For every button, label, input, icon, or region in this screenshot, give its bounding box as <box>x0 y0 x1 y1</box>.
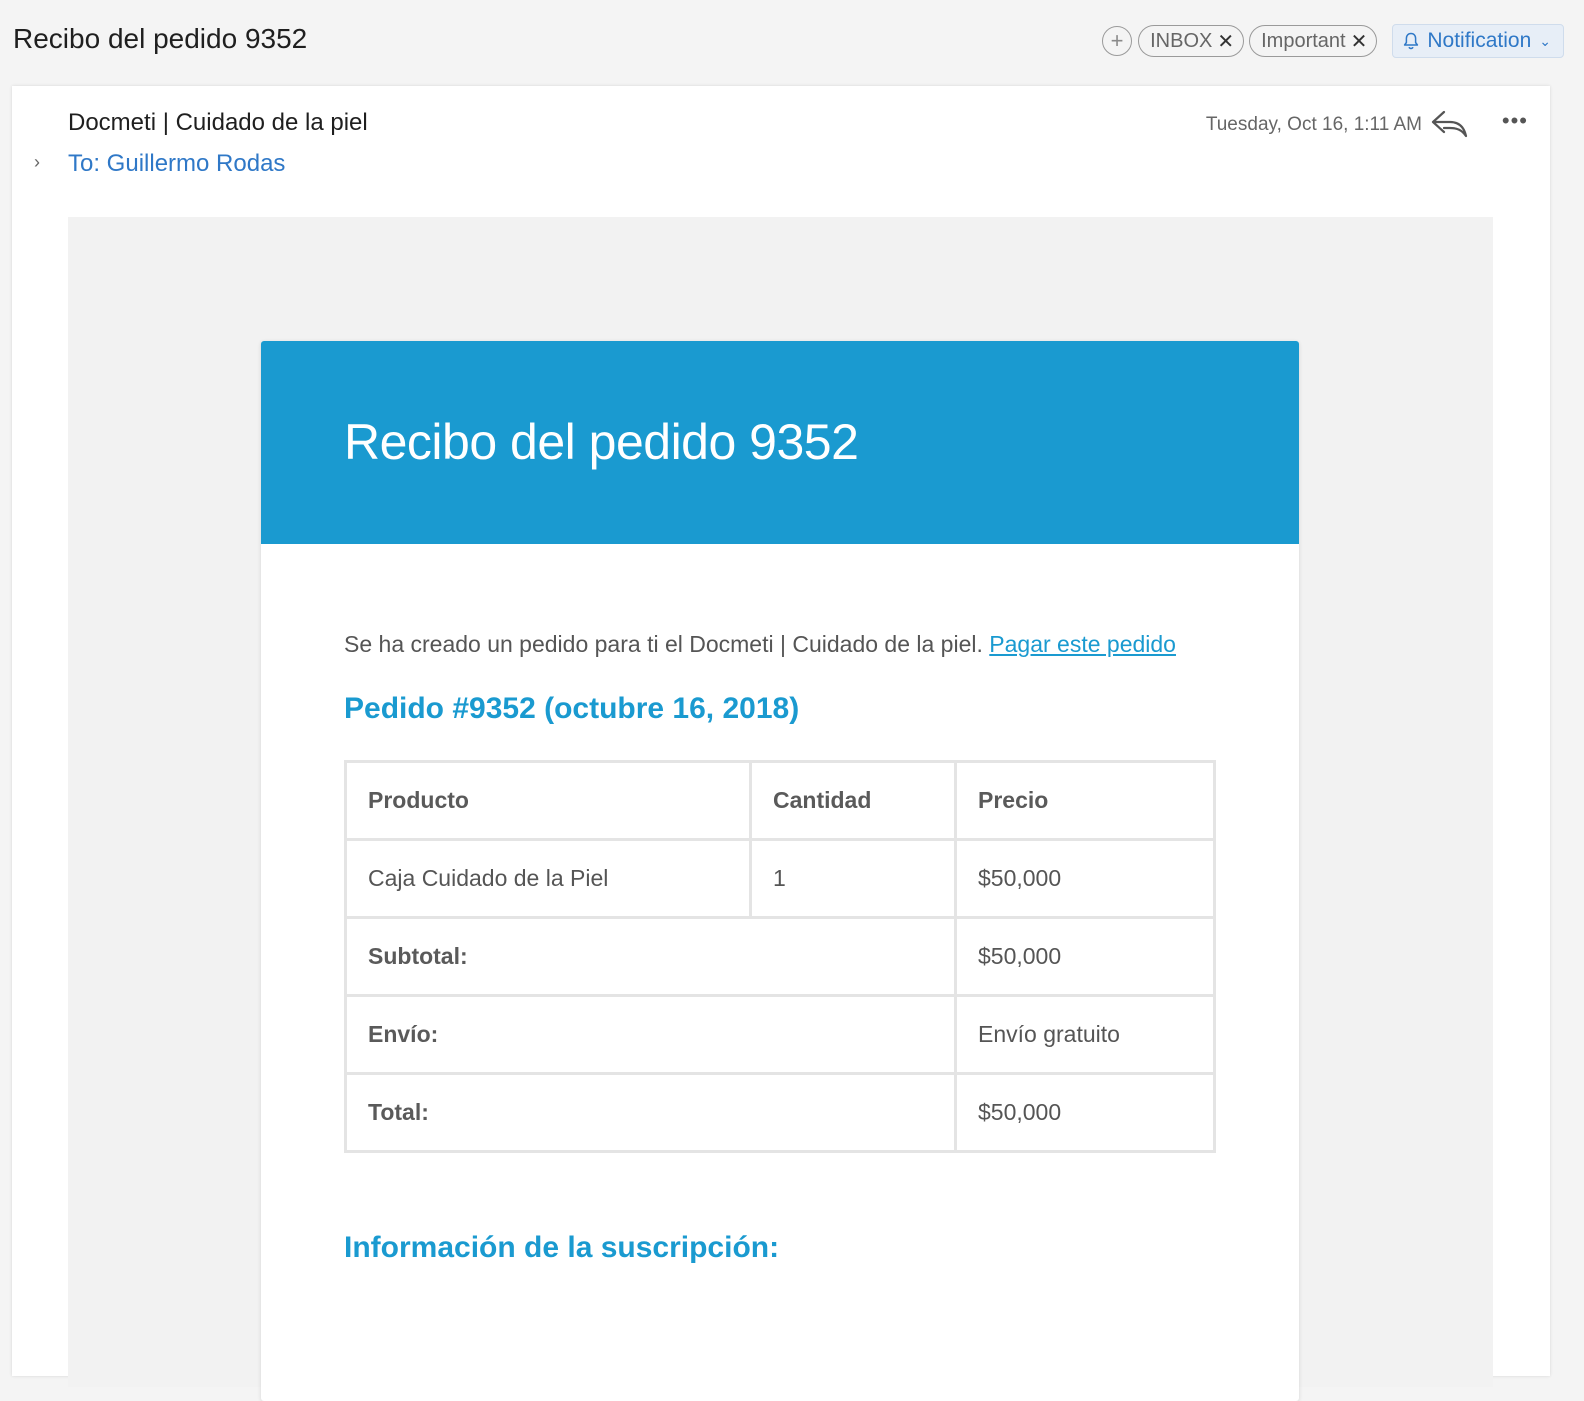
reply-icon <box>1431 110 1468 138</box>
email-content: Recibo del pedido 9352 Se ha creado un p… <box>261 341 1299 1401</box>
subtotal-label: Subtotal: <box>344 916 957 997</box>
message-card: Docmeti | Cuidado de la piel › To: Guill… <box>12 86 1550 1401</box>
email-header-banner: Recibo del pedido 9352 <box>261 341 1299 544</box>
chevron-right-icon[interactable]: › <box>34 152 40 173</box>
tag-label: INBOX <box>1150 29 1213 52</box>
tag-label: Important <box>1261 29 1346 52</box>
close-icon[interactable]: ✕ <box>1351 29 1368 54</box>
quantity-cell: 1 <box>749 838 957 919</box>
order-heading: Pedido #9352 (octubre 16, 2018) <box>344 692 800 725</box>
email-body-background: Recibo del pedido 9352 Se ha creado un p… <box>68 217 1493 1401</box>
message-topbar: Recibo del pedido 9352 + INBOX ✕ Importa… <box>0 0 1584 84</box>
total-value: $50,000 <box>954 1072 1216 1153</box>
table-header-row: Producto Cantidad Precio <box>344 760 1216 841</box>
message-subject: Recibo del pedido 9352 <box>13 23 308 54</box>
shipping-row: Envío: Envío gratuito <box>344 994 1216 1075</box>
order-table: Producto Cantidad Precio Caja Cuidado de… <box>344 760 1216 1153</box>
reply-button[interactable] <box>1430 108 1470 140</box>
price-cell: $50,000 <box>954 838 1216 919</box>
plus-icon: + <box>1110 28 1124 53</box>
sender-name: Docmeti | Cuidado de la piel <box>68 109 368 136</box>
pay-order-link[interactable]: Pagar este pedido <box>989 631 1176 657</box>
message-date: Tuesday, Oct 16, 1:11 AM <box>1205 114 1422 135</box>
notification-label: Notification <box>1427 29 1532 52</box>
email-main: Se ha creado un pedido para ti el Docmet… <box>344 626 1216 1265</box>
column-header-price: Precio <box>954 760 1216 841</box>
column-header-product: Producto <box>344 760 752 841</box>
total-row: Total: $50,000 <box>344 1072 1216 1153</box>
tag-inbox[interactable]: INBOX ✕ <box>1138 25 1245 57</box>
shipping-label: Envío: <box>344 994 957 1075</box>
subtotal-row: Subtotal: $50,000 <box>344 916 1216 997</box>
subscription-heading: Información de la suscripción: <box>344 1231 780 1264</box>
email-title: Recibo del pedido 9352 <box>344 414 859 470</box>
total-label: Total: <box>344 1072 957 1153</box>
more-icon[interactable]: ••• <box>1502 108 1528 134</box>
intro-paragraph: Se ha creado un pedido para ti el Docmet… <box>344 626 1216 662</box>
subtotal-value: $50,000 <box>954 916 1216 997</box>
recipients[interactable]: To: Guillermo Rodas <box>68 150 285 178</box>
close-icon[interactable]: ✕ <box>1217 29 1234 54</box>
bell-icon <box>1404 32 1419 50</box>
notification-dropdown[interactable]: Notification ⌄ <box>1392 24 1564 58</box>
chevron-down-icon: ⌄ <box>1539 32 1551 49</box>
shipping-value: Envío gratuito <box>954 994 1216 1075</box>
tag-bar: + INBOX ✕ Important ✕ Notification ⌄ <box>1102 24 1564 58</box>
column-header-quantity: Cantidad <box>749 760 957 841</box>
add-tag-button[interactable]: + <box>1102 26 1133 56</box>
product-cell: Caja Cuidado de la Piel <box>344 838 752 919</box>
table-row: Caja Cuidado de la Piel 1 $50,000 <box>344 838 1216 919</box>
tag-important[interactable]: Important ✕ <box>1249 25 1378 57</box>
intro-text: Se ha creado un pedido para ti el Docmet… <box>344 631 990 657</box>
